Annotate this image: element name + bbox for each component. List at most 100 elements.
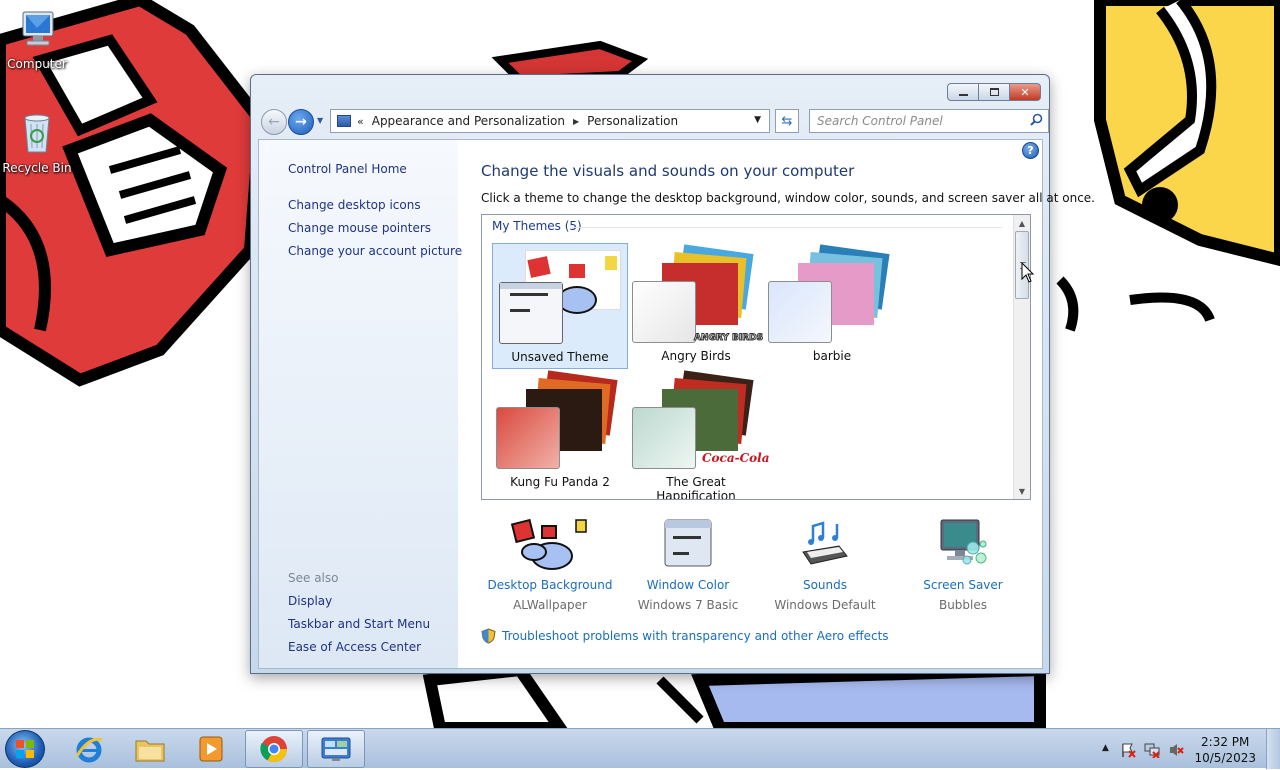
clock-time: 2:32 PM: [1201, 735, 1250, 749]
minimize-icon: [958, 94, 968, 96]
search-box: [809, 107, 1049, 135]
themes-group-header: My Themes (5): [492, 219, 582, 233]
themes-divider: [572, 227, 1002, 228]
theme-badge: Coca-Cola: [702, 451, 770, 465]
personalization-window: ✕ ← → ▼ « Appearance and Personalization…: [250, 74, 1095, 674]
taskbar-media-player[interactable]: [182, 730, 240, 768]
clock-date: 10/5/2023: [1194, 751, 1256, 765]
mouse-cursor-icon: [1021, 262, 1035, 283]
recycle-bin-icon: [24, 114, 50, 153]
theme-barbie[interactable]: barbie: [764, 243, 900, 369]
volume-muted-icon[interactable]: [1168, 742, 1184, 758]
internet-explorer-icon: [75, 737, 103, 763]
refresh-icon: ⇆: [781, 113, 793, 129]
help-icon: ?: [1027, 144, 1034, 157]
sidebar-ease-of-access[interactable]: Ease of Access Center: [288, 640, 421, 654]
maximize-button[interactable]: [978, 83, 1010, 101]
sidebar-change-mouse-pointers[interactable]: Change mouse pointers: [288, 221, 431, 235]
maximize-icon: [989, 88, 999, 96]
desktop-icon-label: Computer: [7, 57, 67, 71]
desktop-background-icon: [510, 518, 587, 570]
breadcrumb-item-appearance[interactable]: Appearance and Personalization: [372, 114, 565, 128]
sidebar-taskbar-start-menu[interactable]: Taskbar and Start Menu: [288, 617, 430, 631]
minimize-button[interactable]: [947, 83, 979, 101]
see-also-heading: See also: [288, 571, 339, 585]
sidebar-display[interactable]: Display: [288, 594, 332, 608]
themes-scrollbar[interactable]: ▲ ▼: [1013, 215, 1030, 499]
desktop-icon-label: Recycle Bin: [2, 161, 72, 175]
back-arrow-icon: ←: [268, 114, 280, 130]
desktop-icon-computer[interactable]: Computer: [0, 8, 76, 71]
theme-label: barbie: [812, 349, 852, 363]
navigation-bar: ← → ▼ « Appearance and Personalization ▶…: [259, 107, 1049, 135]
recent-pages-dropdown[interactable]: ▼: [317, 116, 323, 125]
taskbar-control-panel[interactable]: [307, 730, 365, 768]
theme-great-happification[interactable]: Coca-Cola The Great Happification: [628, 369, 770, 499]
system-tray: ▲ 2:32 PM 10/5/2023: [1090, 729, 1280, 769]
windows-logo-icon: [16, 740, 34, 758]
back-button[interactable]: ←: [261, 109, 287, 135]
show-hidden-icons-icon[interactable]: ▲: [1102, 743, 1109, 753]
forward-button[interactable]: →: [288, 109, 314, 135]
close-icon: ✕: [1020, 85, 1030, 99]
show-desktop-button[interactable]: [1266, 729, 1280, 769]
media-player-icon: [199, 736, 223, 762]
taskbar: ▲ 2:32 PM 10/5/2023: [0, 728, 1280, 769]
breadcrumb-separator-icon[interactable]: ▶: [573, 117, 579, 126]
taskbar-chrome[interactable]: [245, 730, 303, 768]
option-value: ALWallpaper: [513, 598, 587, 612]
page-description: Click a theme to change the desktop back…: [481, 191, 1095, 205]
option-value: Windows 7 Basic: [637, 598, 739, 612]
control-panel-icon: [337, 115, 351, 127]
task-sidebar: Control Panel Home Change desktop icons …: [259, 140, 462, 668]
desktop-icon-recycle-bin[interactable]: Recycle Bin: [0, 110, 76, 175]
file-explorer-icon: [135, 740, 165, 762]
theme-label: Kung Fu Panda 2: [510, 475, 610, 489]
option-label[interactable]: Window Color: [618, 578, 758, 592]
option-value: Bubbles: [938, 598, 988, 612]
theme-label: The Great Happification: [656, 475, 736, 500]
chrome-icon: [260, 736, 288, 763]
help-button[interactable]: ?: [1022, 142, 1039, 159]
option-label[interactable]: Screen Saver: [893, 578, 1033, 592]
breadcrumb-overflow[interactable]: «: [357, 115, 364, 128]
theme-kung-fu-panda-2[interactable]: Kung Fu Panda 2: [492, 369, 628, 495]
troubleshoot-aero-link[interactable]: Troubleshoot problems with transparency …: [481, 628, 889, 644]
sidebar-change-desktop-icons[interactable]: Change desktop icons: [288, 198, 421, 212]
taskbar-internet-explorer[interactable]: [60, 730, 118, 768]
theme-angry-birds[interactable]: ANGRY BIRDS Angry Birds: [628, 243, 764, 369]
troubleshoot-label[interactable]: Troubleshoot problems with transparency …: [502, 629, 889, 643]
scroll-down-icon[interactable]: ▼: [1014, 483, 1030, 499]
start-button[interactable]: [5, 730, 45, 768]
option-label[interactable]: Sounds: [755, 578, 895, 592]
themes-list: My Themes (5) Unsaved Theme ANGRY BIRDS …: [481, 214, 1031, 500]
address-bar[interactable]: « Appearance and Personalization ▶ Perso…: [330, 109, 770, 133]
address-dropdown-icon[interactable]: ▼: [754, 115, 761, 125]
refresh-button[interactable]: ⇆: [775, 109, 799, 133]
search-input[interactable]: [809, 109, 1049, 133]
theme-badge: ANGRY BIRDS: [693, 333, 764, 344]
theme-label: Unsaved Theme: [511, 350, 609, 364]
main-panel: ? Change the visuals and sounds on your …: [458, 140, 1095, 668]
option-label[interactable]: Desktop Background: [480, 578, 620, 592]
forward-arrow-icon: →: [295, 114, 307, 130]
sounds-icon: [802, 521, 848, 565]
search-icon[interactable]: [1030, 113, 1043, 126]
control-panel-icon: [321, 737, 351, 761]
window-color-icon: [664, 519, 712, 567]
taskbar-file-explorer[interactable]: [121, 730, 179, 768]
clock[interactable]: 2:32 PM 10/5/2023: [1194, 734, 1256, 766]
network-icon[interactable]: [1144, 742, 1160, 758]
sidebar-change-account-picture[interactable]: Change your account picture: [288, 244, 462, 258]
close-button[interactable]: ✕: [1009, 83, 1041, 101]
scroll-up-icon[interactable]: ▲: [1014, 215, 1030, 231]
shield-icon: [481, 628, 496, 644]
page-title: Change the visuals and sounds on your co…: [481, 162, 855, 180]
sidebar-control-panel-home[interactable]: Control Panel Home: [288, 162, 407, 176]
action-center-flag-icon[interactable]: [1120, 742, 1136, 758]
breadcrumb-item-personalization[interactable]: Personalization: [587, 114, 678, 128]
computer-icon: [22, 11, 54, 46]
option-value: Windows Default: [774, 598, 876, 612]
theme-label: Angry Birds: [661, 349, 731, 363]
theme-unsaved[interactable]: Unsaved Theme: [492, 243, 628, 369]
